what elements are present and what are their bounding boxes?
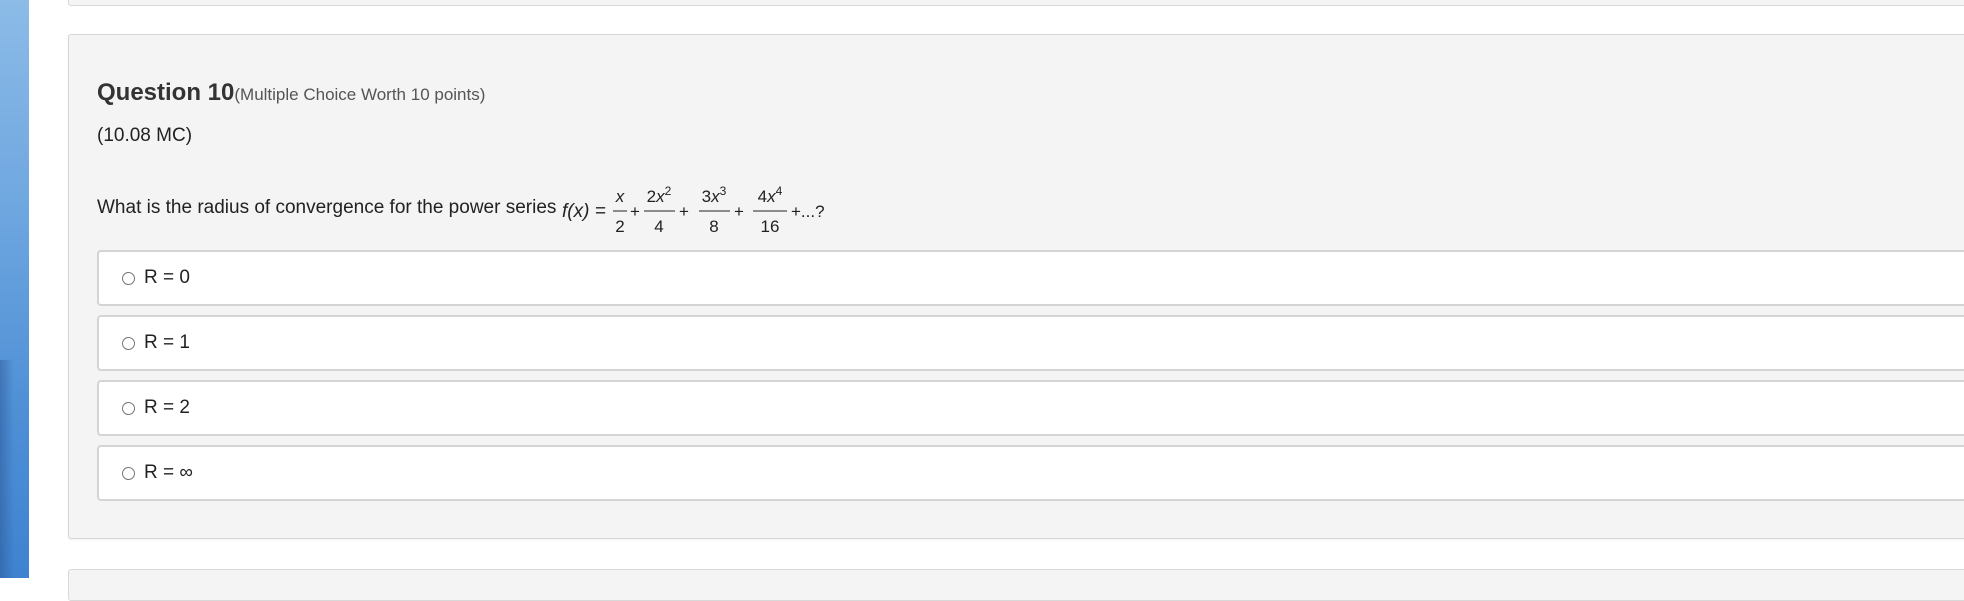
- option-r-0[interactable]: R = 0: [97, 250, 1964, 306]
- option-r-infinity[interactable]: R = ∞: [97, 445, 1964, 501]
- question-code: (10.08 MC): [97, 125, 193, 146]
- formula-term-3-numerator: 3x3: [702, 184, 727, 206]
- question-title: Question 10: [97, 79, 235, 106]
- question-card: Question 10(Multiple Choice Worth 10 poi…: [68, 34, 1964, 539]
- formula-term-4-numerator: 4x4: [758, 184, 783, 206]
- answer-options: R = 0 R = 1 R = 2 R = ∞: [97, 250, 1964, 510]
- formula-lhs: f(x) =: [562, 201, 606, 222]
- radio-button[interactable]: [122, 337, 135, 350]
- radio-button[interactable]: [122, 467, 135, 480]
- option-r-1[interactable]: R = 1: [97, 315, 1964, 371]
- next-question-card: [68, 569, 1964, 601]
- question-prompt-text: What is the radius of convergence for th…: [97, 197, 557, 218]
- formula-term-3-denominator: 8: [710, 217, 719, 236]
- option-label: R = 2: [144, 397, 190, 418]
- option-label: R = ∞: [144, 462, 193, 483]
- radio-button[interactable]: [122, 272, 135, 285]
- question-worth: (Multiple Choice Worth 10 points): [234, 85, 486, 104]
- question-header: Question 10(Multiple Choice Worth 10 poi…: [97, 79, 485, 107]
- option-label: R = 0: [144, 267, 190, 288]
- power-series-formula: f(x) = x 2 + 2x2 4 + 3x3 8 + 4x4 16 +...…: [562, 184, 825, 236]
- radio-button[interactable]: [122, 402, 135, 415]
- previous-question-card: [68, 0, 1964, 6]
- side-strip-shade: [0, 360, 14, 578]
- formula-term-4-denominator: 16: [761, 217, 780, 236]
- formula-term-2-denominator: 4: [655, 217, 664, 236]
- formula-tail: +...?: [791, 202, 825, 221]
- formula-term-2-numerator: 2x2: [647, 184, 672, 206]
- formula-plus-3: +: [734, 202, 744, 221]
- browser-side-strip: [0, 0, 29, 578]
- formula-term-1-denominator: 2: [616, 217, 625, 236]
- formula-term-1-numerator: x: [615, 187, 625, 206]
- formula-plus-2: +: [679, 202, 689, 221]
- option-label: R = 1: [144, 332, 190, 353]
- question-prompt: What is the radius of convergence for th…: [97, 183, 862, 241]
- formula-plus-1: +: [630, 202, 640, 221]
- option-r-2[interactable]: R = 2: [97, 380, 1964, 436]
